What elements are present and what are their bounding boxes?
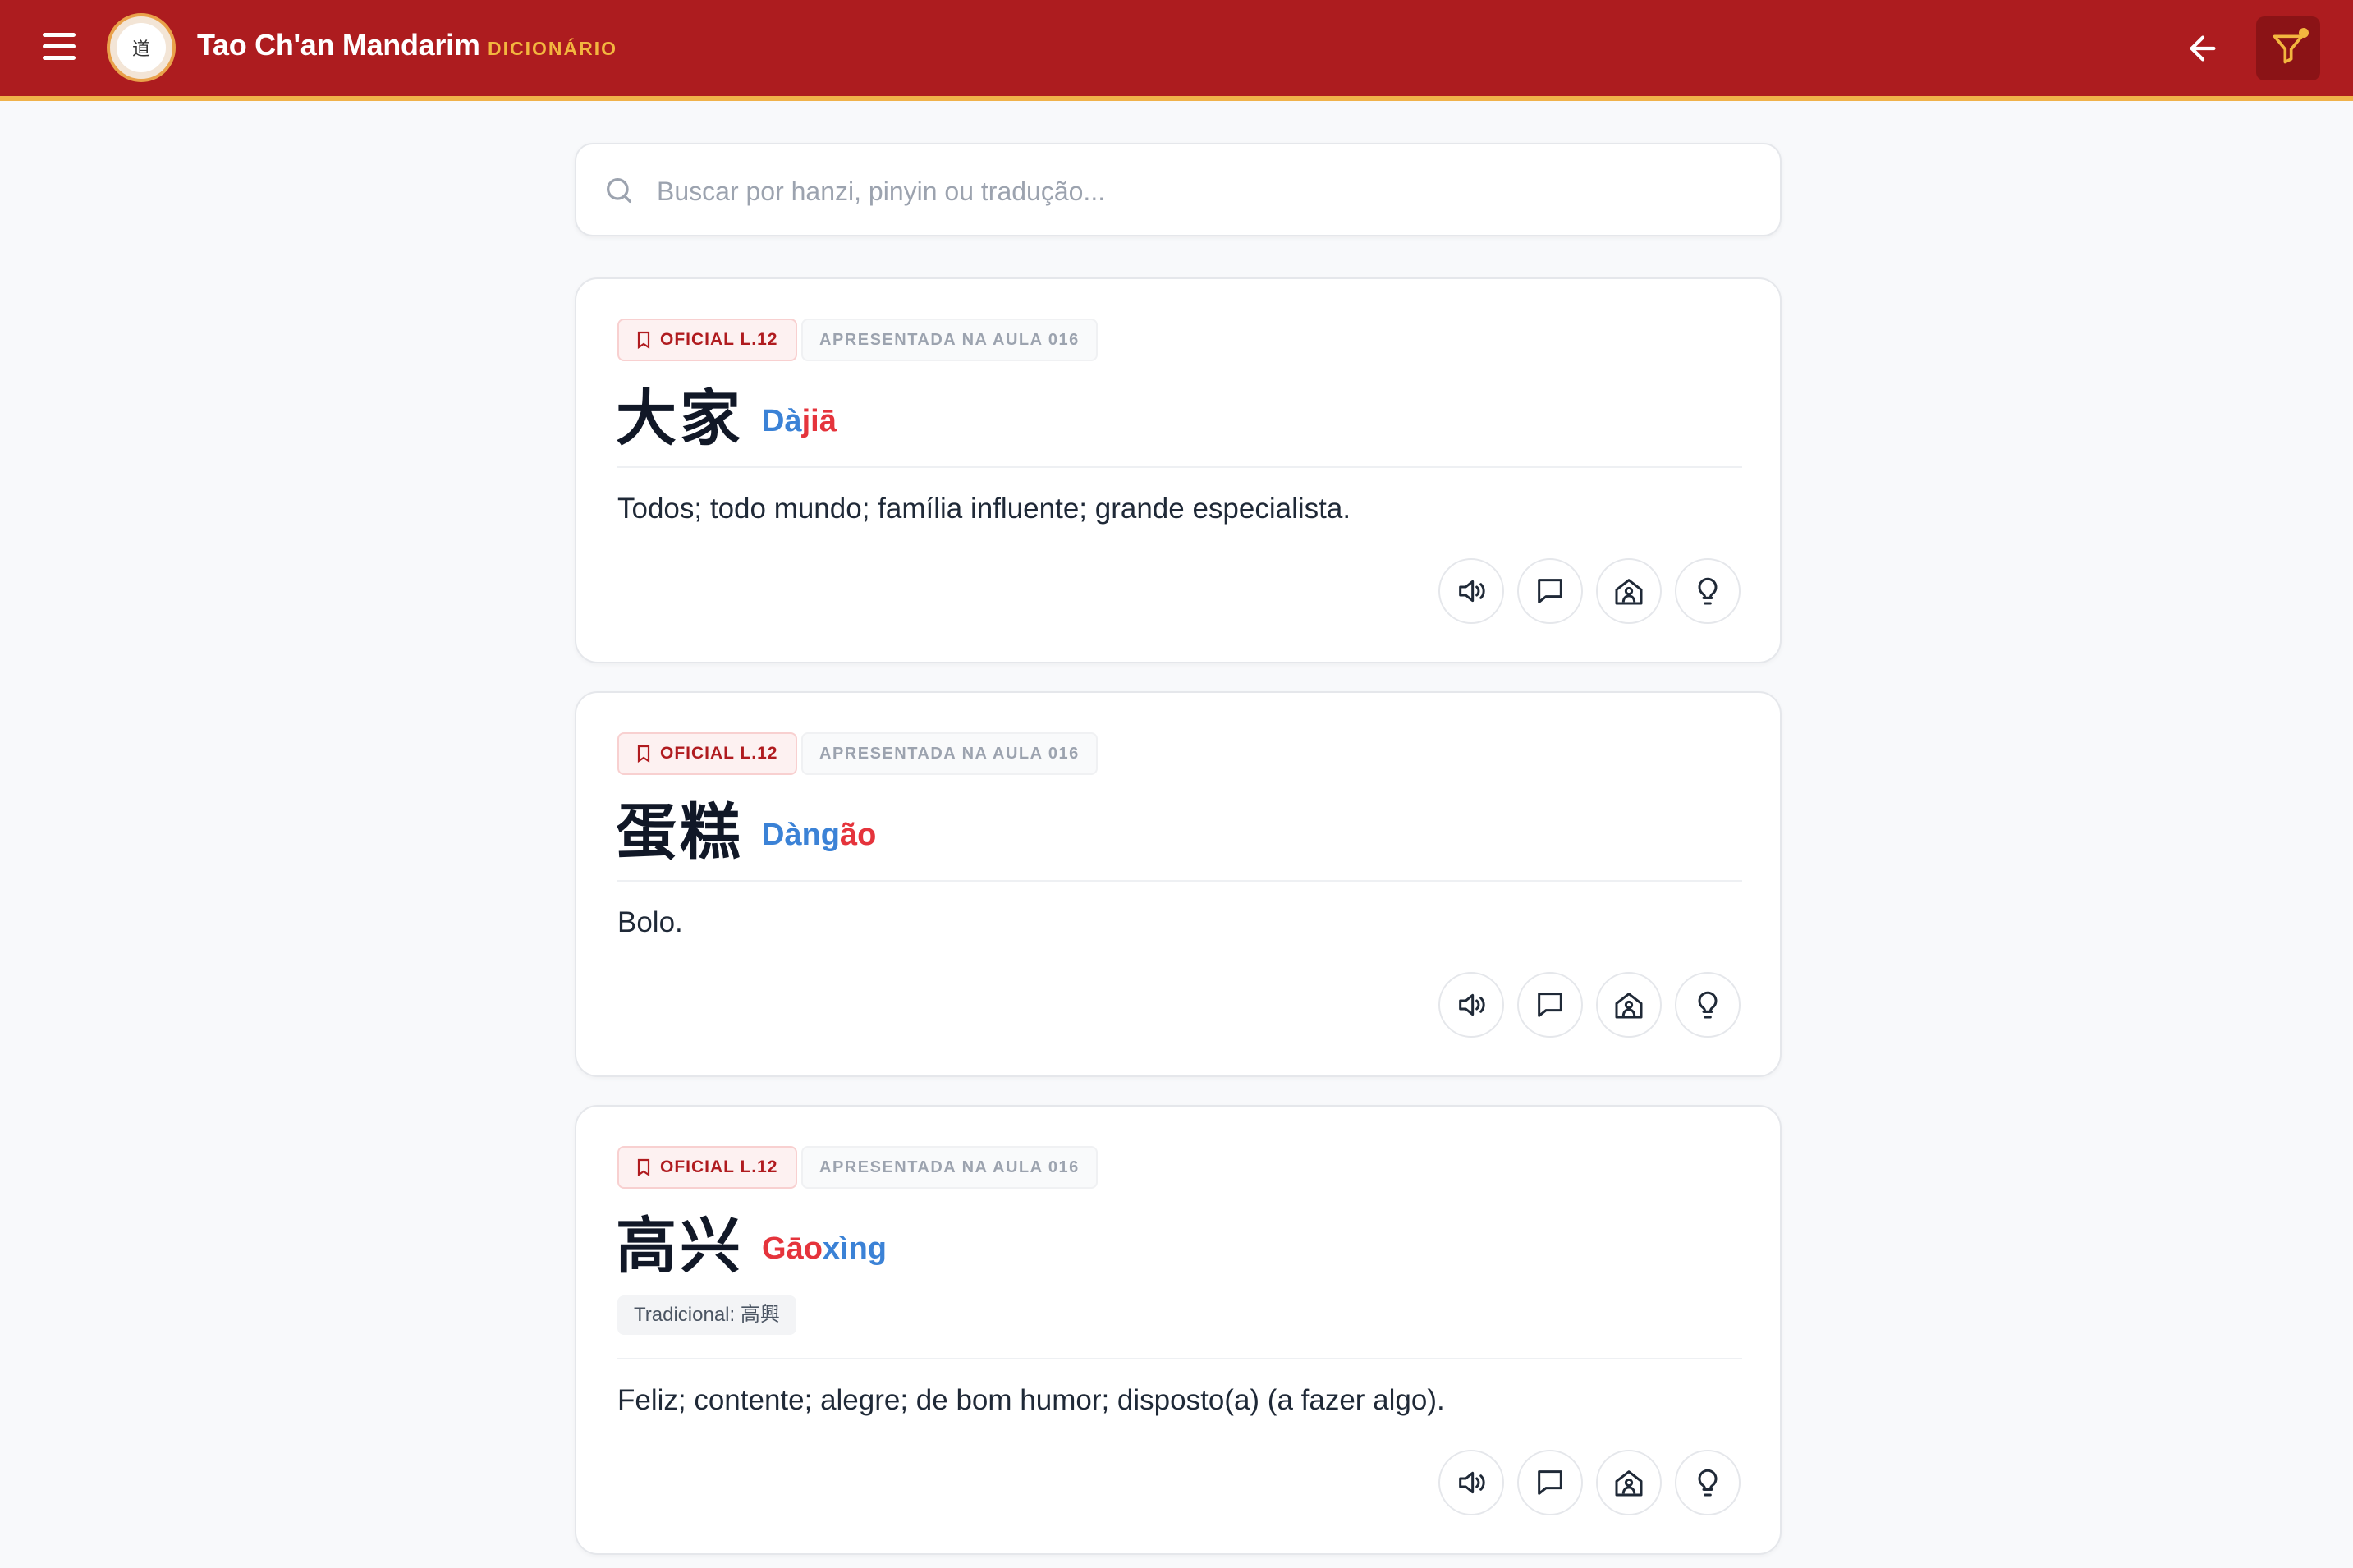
lightbulb-icon (1698, 577, 1718, 605)
bookmark-icon (637, 331, 650, 349)
search-input[interactable] (655, 167, 1759, 215)
card-actions (1438, 558, 1741, 624)
house-user-icon (1615, 1470, 1643, 1497)
house-user-icon (1615, 993, 1643, 1019)
hanzi: 高兴 (616, 1211, 744, 1281)
play-audio-button[interactable] (1438, 1450, 1504, 1515)
pinyin: Dàngão (762, 818, 877, 852)
bookmark-icon (637, 745, 650, 763)
word-card[interactable]: OFICIAL L.12 APRESENTADA NA AULA 016 高兴 … (575, 1105, 1782, 1555)
tip-button[interactable] (1675, 558, 1741, 624)
lesson-tag: APRESENTADA NA AULA 016 (801, 732, 1098, 775)
meaning: Feliz; contente; alegre; de bom humor; d… (617, 1384, 1445, 1416)
hanzi: 蛋糕 (616, 797, 744, 868)
pinyin: Dàjiā (762, 404, 837, 438)
filter-active-dot (2299, 28, 2309, 38)
lightbulb-icon (1698, 1469, 1718, 1497)
official-tag: OFICIAL L.12 (617, 732, 798, 775)
divider (617, 880, 1742, 882)
play-audio-button[interactable] (1438, 972, 1504, 1038)
official-tag: OFICIAL L.12 (617, 319, 798, 361)
example-button[interactable] (1517, 1450, 1583, 1515)
speaker-icon (1459, 1471, 1485, 1494)
meaning: Todos; todo mundo; família influente; gr… (617, 493, 1351, 525)
lightbulb-icon (1698, 991, 1718, 1019)
pinyin: Gāoxìng (762, 1231, 888, 1266)
speaker-icon (1459, 993, 1485, 1016)
search-box (575, 143, 1782, 236)
message-icon (1538, 579, 1562, 603)
search-icon (607, 178, 631, 203)
house-user-icon (1615, 579, 1643, 605)
example-button[interactable] (1517, 972, 1583, 1038)
family-usage-button[interactable] (1596, 1450, 1662, 1515)
filter-button[interactable] (2256, 16, 2320, 80)
official-tag: OFICIAL L.12 (617, 1146, 798, 1189)
traditional-form: Tradicional: 高興 (617, 1295, 796, 1335)
word-card[interactable]: OFICIAL L.12 APRESENTADA NA AULA 016 蛋糕 … (575, 691, 1782, 1077)
lesson-tag: APRESENTADA NA AULA 016 (801, 1146, 1098, 1189)
word-card[interactable]: OFICIAL L.12 APRESENTADA NA AULA 016 大家 … (575, 277, 1782, 663)
app-title: Tao Ch'an Mandarim (197, 28, 480, 62)
divider (617, 1358, 1742, 1359)
card-actions (1438, 1450, 1741, 1515)
tip-button[interactable] (1675, 972, 1741, 1038)
back-button[interactable] (2184, 30, 2222, 67)
section-label: DICIONÁRIO (488, 38, 617, 59)
arrow-left-icon (2190, 35, 2216, 62)
play-audio-button[interactable] (1438, 558, 1504, 624)
meaning: Bolo. (617, 906, 683, 938)
app-logo: 道 (107, 13, 176, 82)
family-usage-button[interactable] (1596, 972, 1662, 1038)
hanzi: 大家 (616, 383, 744, 454)
divider (617, 466, 1742, 468)
menu-icon[interactable] (43, 33, 76, 61)
bookmark-icon (637, 1158, 650, 1176)
message-icon (1538, 993, 1562, 1017)
tip-button[interactable] (1675, 1450, 1741, 1515)
card-actions (1438, 972, 1741, 1038)
top-app-bar: 道 Tao Ch'an Mandarim DICIONÁRIO (0, 0, 2353, 101)
family-usage-button[interactable] (1596, 558, 1662, 624)
lesson-tag: APRESENTADA NA AULA 016 (801, 319, 1098, 361)
message-icon (1538, 1470, 1562, 1495)
example-button[interactable] (1517, 558, 1583, 624)
speaker-icon (1459, 580, 1485, 603)
